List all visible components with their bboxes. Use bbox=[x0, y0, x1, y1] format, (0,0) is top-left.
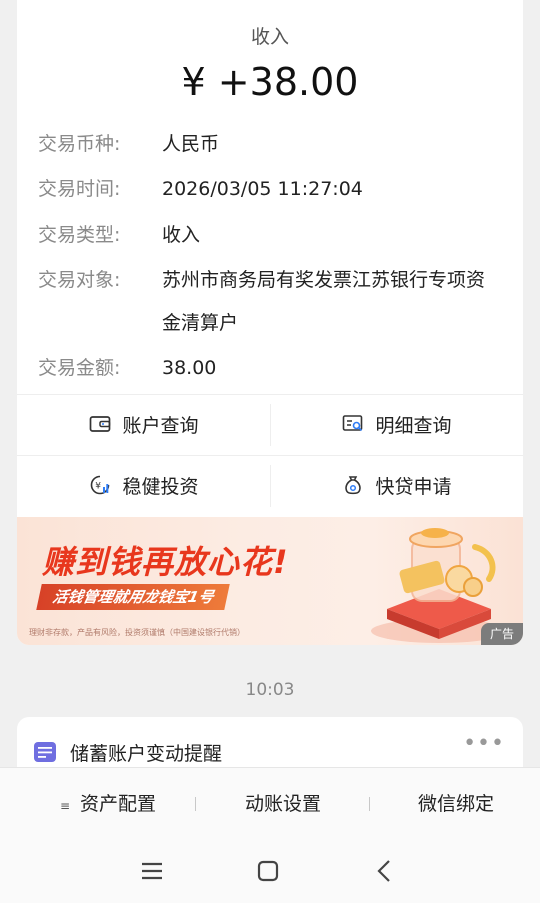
money-bag-icon bbox=[341, 473, 365, 497]
wallet-icon bbox=[88, 412, 112, 436]
banner-title: 赚到钱再放心花! bbox=[42, 543, 289, 581]
statement-search-icon bbox=[341, 412, 365, 436]
back-icon[interactable] bbox=[368, 857, 400, 885]
detail-value: 38.00 bbox=[162, 357, 217, 379]
banner-disclaimer: 理财非存款，产品有风险，投资须谨慎（中国建设银行代销） bbox=[29, 628, 245, 637]
statement-query-button[interactable]: 明细查询 bbox=[270, 394, 523, 454]
menu-lines-icon: ≡ bbox=[59, 799, 71, 813]
detail-value: 苏州市商务局有奖发票江苏银行专项资 bbox=[162, 269, 486, 291]
detail-label: 交易时间: bbox=[38, 178, 121, 200]
system-nav-bar bbox=[0, 839, 540, 903]
detail-label: 交易金额: bbox=[38, 357, 121, 379]
transaction-type-title: 收入 bbox=[250, 26, 289, 48]
transaction-card: 收入 ¥ +38.00 交易币种: 人民币 交易时间: 2026/03/05 1… bbox=[17, 0, 523, 645]
menu-item-label: 动账设置 bbox=[244, 793, 321, 815]
quick-loan-button[interactable]: 快贷申请 bbox=[270, 455, 523, 515]
detail-value: 2026/03/05 11:27:04 bbox=[162, 178, 363, 200]
detail-label: 交易对象: bbox=[38, 269, 121, 291]
investment-chart-icon: ¥ bbox=[88, 473, 112, 497]
menu-item-wechat-binding[interactable]: 微信绑定 bbox=[378, 768, 534, 840]
promo-banner[interactable]: 赚到钱再放心花! 活钱管理就用龙钱宝1号 理财非存款，产品有风险，投资须谨慎（中… bbox=[17, 517, 523, 645]
chat-time-separator: 10:03 bbox=[245, 680, 295, 700]
bottom-menu-bar: ≡ 资产配置 动账设置 微信绑定 bbox=[0, 767, 540, 840]
menu-item-label: 微信绑定 bbox=[417, 793, 494, 815]
steady-investment-label: 稳健投资 bbox=[122, 475, 199, 498]
home-icon[interactable] bbox=[252, 857, 284, 885]
menu-item-transaction-settings[interactable]: 动账设置 bbox=[203, 768, 363, 840]
quick-loan-label: 快贷申请 bbox=[375, 475, 452, 498]
message-title: 储蓄账户变动提醒 bbox=[70, 743, 223, 765]
account-alert-icon bbox=[34, 742, 56, 762]
ad-tag: 广告 bbox=[480, 623, 523, 645]
detail-value: 人民币 bbox=[162, 133, 220, 155]
account-query-button[interactable]: 账户查询 bbox=[17, 394, 270, 454]
transaction-amount: ¥ +38.00 bbox=[181, 60, 359, 104]
more-dots-icon[interactable]: ••• bbox=[463, 731, 505, 756]
detail-value-line2: 金清算户 bbox=[162, 312, 239, 334]
menu-separator bbox=[195, 797, 196, 811]
detail-value: 收入 bbox=[162, 224, 201, 246]
detail-label: 交易类型: bbox=[38, 224, 121, 246]
account-query-label: 账户查询 bbox=[122, 414, 199, 437]
detail-label: 交易币种: bbox=[38, 133, 121, 155]
svg-text:¥: ¥ bbox=[96, 482, 102, 492]
menu-item-asset-allocation[interactable]: ≡ 资产配置 bbox=[38, 768, 178, 840]
banner-subtitle: 活钱管理就用龙钱宝1号 bbox=[36, 584, 231, 610]
statement-query-label: 明细查询 bbox=[375, 414, 452, 437]
steady-investment-button[interactable]: ¥ 稳健投资 bbox=[17, 455, 270, 515]
menu-item-label: 资产配置 bbox=[80, 793, 157, 815]
recent-apps-icon[interactable] bbox=[136, 857, 168, 885]
menu-separator bbox=[369, 797, 370, 811]
